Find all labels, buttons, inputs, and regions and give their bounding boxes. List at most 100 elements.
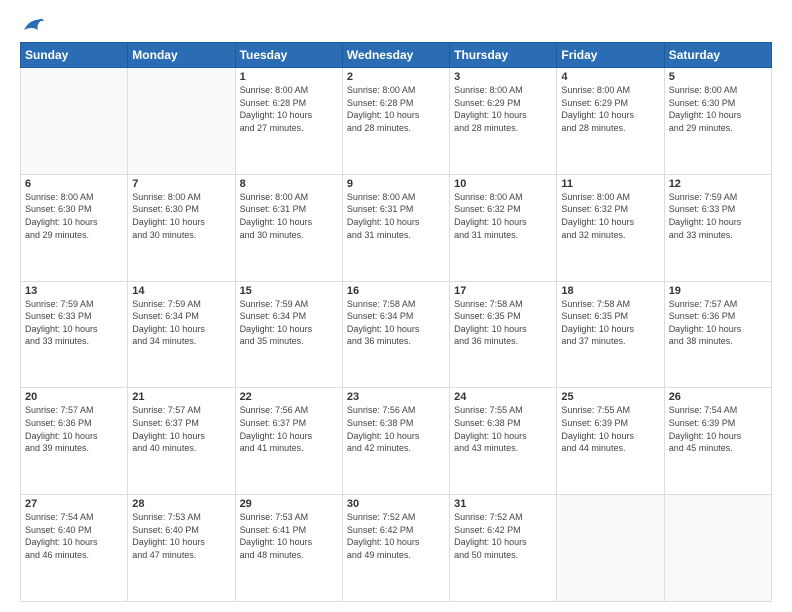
day-info: Sunrise: 8:00 AM Sunset: 6:29 PM Dayligh… <box>561 84 659 134</box>
day-info: Sunrise: 7:54 AM Sunset: 6:39 PM Dayligh… <box>669 404 767 454</box>
day-info: Sunrise: 7:53 AM Sunset: 6:40 PM Dayligh… <box>132 511 230 561</box>
day-info: Sunrise: 7:52 AM Sunset: 6:42 PM Dayligh… <box>454 511 552 561</box>
calendar-cell: 31Sunrise: 7:52 AM Sunset: 6:42 PM Dayli… <box>450 495 557 602</box>
day-number: 26 <box>669 391 767 403</box>
day-info: Sunrise: 8:00 AM Sunset: 6:32 PM Dayligh… <box>454 191 552 241</box>
calendar-cell: 18Sunrise: 7:58 AM Sunset: 6:35 PM Dayli… <box>557 281 664 388</box>
calendar-header-monday: Monday <box>128 43 235 68</box>
day-number: 16 <box>347 285 445 297</box>
calendar-cell: 28Sunrise: 7:53 AM Sunset: 6:40 PM Dayli… <box>128 495 235 602</box>
day-info: Sunrise: 7:52 AM Sunset: 6:42 PM Dayligh… <box>347 511 445 561</box>
day-info: Sunrise: 8:00 AM Sunset: 6:30 PM Dayligh… <box>669 84 767 134</box>
calendar-cell: 15Sunrise: 7:59 AM Sunset: 6:34 PM Dayli… <box>235 281 342 388</box>
day-number: 28 <box>132 498 230 510</box>
calendar-cell <box>128 68 235 175</box>
day-info: Sunrise: 7:58 AM Sunset: 6:35 PM Dayligh… <box>561 298 659 348</box>
calendar-table: SundayMondayTuesdayWednesdayThursdayFrid… <box>20 42 772 602</box>
calendar-cell: 5Sunrise: 8:00 AM Sunset: 6:30 PM Daylig… <box>664 68 771 175</box>
calendar-cell: 8Sunrise: 8:00 AM Sunset: 6:31 PM Daylig… <box>235 174 342 281</box>
day-info: Sunrise: 7:58 AM Sunset: 6:34 PM Dayligh… <box>347 298 445 348</box>
calendar-cell: 11Sunrise: 8:00 AM Sunset: 6:32 PM Dayli… <box>557 174 664 281</box>
day-info: Sunrise: 7:57 AM Sunset: 6:37 PM Dayligh… <box>132 404 230 454</box>
calendar-header-saturday: Saturday <box>664 43 771 68</box>
calendar-cell: 3Sunrise: 8:00 AM Sunset: 6:29 PM Daylig… <box>450 68 557 175</box>
calendar-week-1: 6Sunrise: 8:00 AM Sunset: 6:30 PM Daylig… <box>21 174 772 281</box>
calendar-cell: 2Sunrise: 8:00 AM Sunset: 6:28 PM Daylig… <box>342 68 449 175</box>
calendar-cell: 20Sunrise: 7:57 AM Sunset: 6:36 PM Dayli… <box>21 388 128 495</box>
day-info: Sunrise: 7:59 AM Sunset: 6:33 PM Dayligh… <box>669 191 767 241</box>
calendar-header-row: SundayMondayTuesdayWednesdayThursdayFrid… <box>21 43 772 68</box>
day-info: Sunrise: 8:00 AM Sunset: 6:29 PM Dayligh… <box>454 84 552 134</box>
day-info: Sunrise: 7:59 AM Sunset: 6:34 PM Dayligh… <box>132 298 230 348</box>
day-number: 24 <box>454 391 552 403</box>
day-info: Sunrise: 7:54 AM Sunset: 6:40 PM Dayligh… <box>25 511 123 561</box>
day-number: 7 <box>132 178 230 190</box>
day-info: Sunrise: 8:00 AM Sunset: 6:30 PM Dayligh… <box>25 191 123 241</box>
day-number: 10 <box>454 178 552 190</box>
day-number: 18 <box>561 285 659 297</box>
day-number: 30 <box>347 498 445 510</box>
calendar-cell: 21Sunrise: 7:57 AM Sunset: 6:37 PM Dayli… <box>128 388 235 495</box>
day-number: 14 <box>132 285 230 297</box>
day-info: Sunrise: 7:58 AM Sunset: 6:35 PM Dayligh… <box>454 298 552 348</box>
day-info: Sunrise: 7:57 AM Sunset: 6:36 PM Dayligh… <box>25 404 123 454</box>
day-info: Sunrise: 8:00 AM Sunset: 6:28 PM Dayligh… <box>240 84 338 134</box>
day-info: Sunrise: 7:56 AM Sunset: 6:37 PM Dayligh… <box>240 404 338 454</box>
calendar-cell: 10Sunrise: 8:00 AM Sunset: 6:32 PM Dayli… <box>450 174 557 281</box>
calendar-header-sunday: Sunday <box>21 43 128 68</box>
day-number: 23 <box>347 391 445 403</box>
calendar-cell: 4Sunrise: 8:00 AM Sunset: 6:29 PM Daylig… <box>557 68 664 175</box>
calendar-cell: 27Sunrise: 7:54 AM Sunset: 6:40 PM Dayli… <box>21 495 128 602</box>
logo <box>20 16 44 34</box>
calendar-cell: 23Sunrise: 7:56 AM Sunset: 6:38 PM Dayli… <box>342 388 449 495</box>
day-number: 31 <box>454 498 552 510</box>
day-number: 11 <box>561 178 659 190</box>
day-number: 27 <box>25 498 123 510</box>
calendar-cell <box>664 495 771 602</box>
calendar-cell: 26Sunrise: 7:54 AM Sunset: 6:39 PM Dayli… <box>664 388 771 495</box>
day-number: 19 <box>669 285 767 297</box>
header <box>20 16 772 34</box>
calendar-week-2: 13Sunrise: 7:59 AM Sunset: 6:33 PM Dayli… <box>21 281 772 388</box>
day-number: 20 <box>25 391 123 403</box>
day-number: 4 <box>561 71 659 83</box>
day-number: 15 <box>240 285 338 297</box>
day-number: 29 <box>240 498 338 510</box>
day-info: Sunrise: 7:57 AM Sunset: 6:36 PM Dayligh… <box>669 298 767 348</box>
day-number: 12 <box>669 178 767 190</box>
calendar-header-wednesday: Wednesday <box>342 43 449 68</box>
calendar-cell: 12Sunrise: 7:59 AM Sunset: 6:33 PM Dayli… <box>664 174 771 281</box>
calendar-cell: 24Sunrise: 7:55 AM Sunset: 6:38 PM Dayli… <box>450 388 557 495</box>
calendar-cell: 7Sunrise: 8:00 AM Sunset: 6:30 PM Daylig… <box>128 174 235 281</box>
day-number: 1 <box>240 71 338 83</box>
calendar-week-3: 20Sunrise: 7:57 AM Sunset: 6:36 PM Dayli… <box>21 388 772 495</box>
day-number: 22 <box>240 391 338 403</box>
calendar-cell: 9Sunrise: 8:00 AM Sunset: 6:31 PM Daylig… <box>342 174 449 281</box>
day-info: Sunrise: 8:00 AM Sunset: 6:30 PM Dayligh… <box>132 191 230 241</box>
day-number: 5 <box>669 71 767 83</box>
day-info: Sunrise: 8:00 AM Sunset: 6:32 PM Dayligh… <box>561 191 659 241</box>
calendar-cell: 14Sunrise: 7:59 AM Sunset: 6:34 PM Dayli… <box>128 281 235 388</box>
day-info: Sunrise: 7:56 AM Sunset: 6:38 PM Dayligh… <box>347 404 445 454</box>
calendar-cell: 22Sunrise: 7:56 AM Sunset: 6:37 PM Dayli… <box>235 388 342 495</box>
calendar-cell: 16Sunrise: 7:58 AM Sunset: 6:34 PM Dayli… <box>342 281 449 388</box>
calendar-header-friday: Friday <box>557 43 664 68</box>
day-number: 9 <box>347 178 445 190</box>
calendar-cell: 29Sunrise: 7:53 AM Sunset: 6:41 PM Dayli… <box>235 495 342 602</box>
calendar-header-tuesday: Tuesday <box>235 43 342 68</box>
day-info: Sunrise: 7:53 AM Sunset: 6:41 PM Dayligh… <box>240 511 338 561</box>
day-info: Sunrise: 7:55 AM Sunset: 6:39 PM Dayligh… <box>561 404 659 454</box>
day-number: 21 <box>132 391 230 403</box>
page: SundayMondayTuesdayWednesdayThursdayFrid… <box>0 0 792 612</box>
day-number: 3 <box>454 71 552 83</box>
day-info: Sunrise: 8:00 AM Sunset: 6:31 PM Dayligh… <box>347 191 445 241</box>
calendar-cell: 17Sunrise: 7:58 AM Sunset: 6:35 PM Dayli… <box>450 281 557 388</box>
calendar-week-0: 1Sunrise: 8:00 AM Sunset: 6:28 PM Daylig… <box>21 68 772 175</box>
logo-bird-icon <box>22 16 44 34</box>
calendar-cell <box>557 495 664 602</box>
calendar-cell: 1Sunrise: 8:00 AM Sunset: 6:28 PM Daylig… <box>235 68 342 175</box>
calendar-cell <box>21 68 128 175</box>
day-info: Sunrise: 7:59 AM Sunset: 6:34 PM Dayligh… <box>240 298 338 348</box>
calendar-cell: 6Sunrise: 8:00 AM Sunset: 6:30 PM Daylig… <box>21 174 128 281</box>
day-info: Sunrise: 7:55 AM Sunset: 6:38 PM Dayligh… <box>454 404 552 454</box>
